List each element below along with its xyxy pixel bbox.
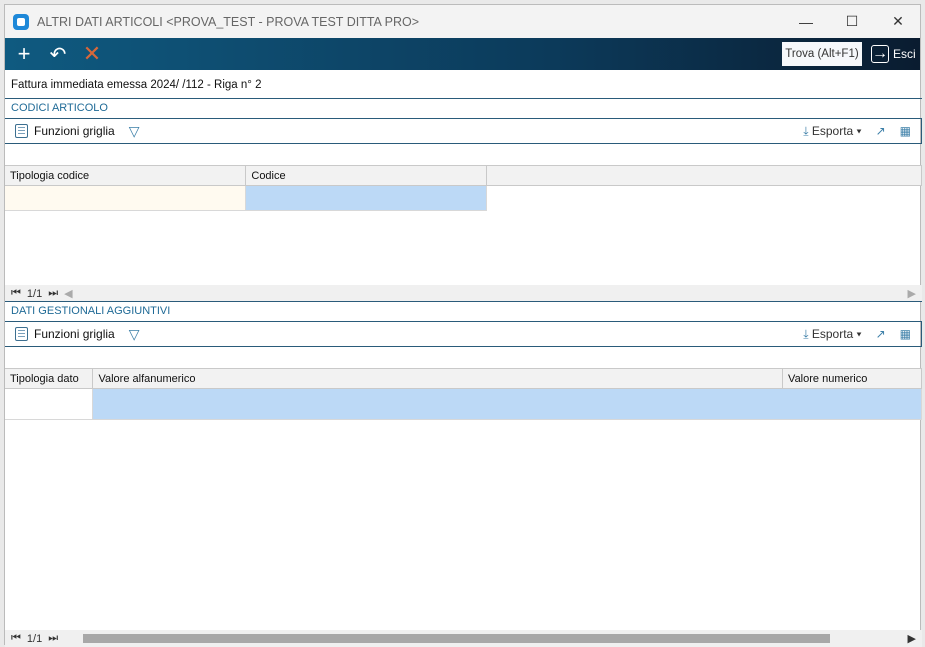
filter-icon[interactable]: ▽ <box>129 326 140 343</box>
page-indicator: 1/1 <box>26 632 43 645</box>
column-header[interactable]: Valore numerico <box>782 368 922 389</box>
filter-icon[interactable]: ▽ <box>129 123 140 140</box>
column-header[interactable]: Tipologia dato <box>5 368 94 389</box>
list-icon <box>15 124 28 138</box>
page-indicator: 1/1 <box>26 287 43 300</box>
esporta-button[interactable]: ⤓ Esporta ▾ <box>803 327 861 342</box>
maximize-button[interactable]: ☐ <box>829 5 875 38</box>
horizontal-scrollbar[interactable] <box>83 634 830 643</box>
esporta-button[interactable]: ⤓ Esporta ▾ <box>803 124 861 139</box>
first-page-icon[interactable]: ⏮ <box>11 632 21 645</box>
document-reference: Fattura immediata emessa 2024/ /112 - Ri… <box>11 79 262 91</box>
minimize-button[interactable]: — <box>783 5 829 38</box>
scroll-right-icon[interactable]: ▶ <box>908 632 916 645</box>
grid-layout-icon[interactable]: ▦ <box>900 327 911 341</box>
close-button[interactable]: ✕ <box>875 5 921 38</box>
panel-dati-gestionali: DATI GESTIONALI AGGIUNTIVI Funzioni grig… <box>5 301 922 647</box>
download-icon: ⤓ <box>803 326 809 341</box>
esci-label: Esci <box>893 47 916 61</box>
app-logo-icon <box>13 13 29 30</box>
scroll-right-icon[interactable]: ▶ <box>908 287 916 300</box>
column-header[interactable]: Valore alfanumerico <box>92 368 784 389</box>
esci-button[interactable]: → Esci <box>871 42 916 66</box>
list-icon <box>15 327 28 341</box>
panel-title: DATI GESTIONALI AGGIUNTIVI <box>11 305 171 317</box>
scroll-left-icon[interactable]: ◀ <box>64 287 72 300</box>
grid-toolbar: Funzioni griglia ▽ ⤓ Esporta ▾ ↗ ▦ <box>5 321 922 347</box>
table-row[interactable] <box>5 185 922 211</box>
column-header[interactable]: Tipologia codice <box>5 165 247 186</box>
panel-title: CODICI ARTICOLO <box>11 102 108 114</box>
add-icon[interactable]: + <box>11 38 37 70</box>
panel-codici-articolo: CODICI ARTICOLO Funzioni griglia ▽ ⤓ Esp… <box>5 98 922 302</box>
funzioni-label: Funzioni griglia <box>34 327 115 341</box>
window-title: ALTRI DATI ARTICOLI <PROVA_TEST - PROVA … <box>37 14 420 29</box>
trova-button[interactable]: Trova (Alt+F1) <box>782 42 862 66</box>
last-page-icon[interactable]: ⏭ <box>48 287 58 300</box>
pager: ⏮ 1/1 ⏭ ◀ ▶ <box>5 285 922 302</box>
window: ALTRI DATI ARTICOLI <PROVA_TEST - PROVA … <box>4 4 922 647</box>
column-header[interactable]: Codice <box>245 165 488 186</box>
toolbar: + ↶ ✕ Trova (Alt+F1) → Esci <box>5 38 920 70</box>
undo-icon[interactable]: ↶ <box>45 38 71 70</box>
funzioni-label: Funzioni griglia <box>34 124 115 138</box>
chart-icon[interactable]: ↗ <box>876 327 886 341</box>
codici-grid: Tipologia codice Codice <box>5 165 922 211</box>
funzioni-griglia-button[interactable]: Funzioni griglia <box>15 327 115 341</box>
last-page-icon[interactable]: ⏭ <box>48 632 58 645</box>
chart-icon[interactable]: ↗ <box>876 124 886 138</box>
first-page-icon[interactable]: ⏮ <box>11 287 21 300</box>
grid-toolbar: Funzioni griglia ▽ ⤓ Esporta ▾ ↗ ▦ <box>5 118 922 144</box>
funzioni-griglia-button[interactable]: Funzioni griglia <box>15 124 115 138</box>
grid-layout-icon[interactable]: ▦ <box>900 124 911 138</box>
download-icon: ⤓ <box>803 123 809 138</box>
esporta-label: Esporta <box>811 326 854 341</box>
delete-icon[interactable]: ✕ <box>79 38 105 70</box>
title-bar: ALTRI DATI ARTICOLI <PROVA_TEST - PROVA … <box>5 5 920 38</box>
exit-icon: → <box>871 45 889 63</box>
table-row[interactable] <box>5 388 922 420</box>
esporta-label: Esporta <box>811 123 854 138</box>
pager: ⏮ 1/1 ⏭ ▶ <box>5 630 922 647</box>
dati-grid: Tipologia dato Valore alfanumerico Valore … <box>5 368 922 420</box>
